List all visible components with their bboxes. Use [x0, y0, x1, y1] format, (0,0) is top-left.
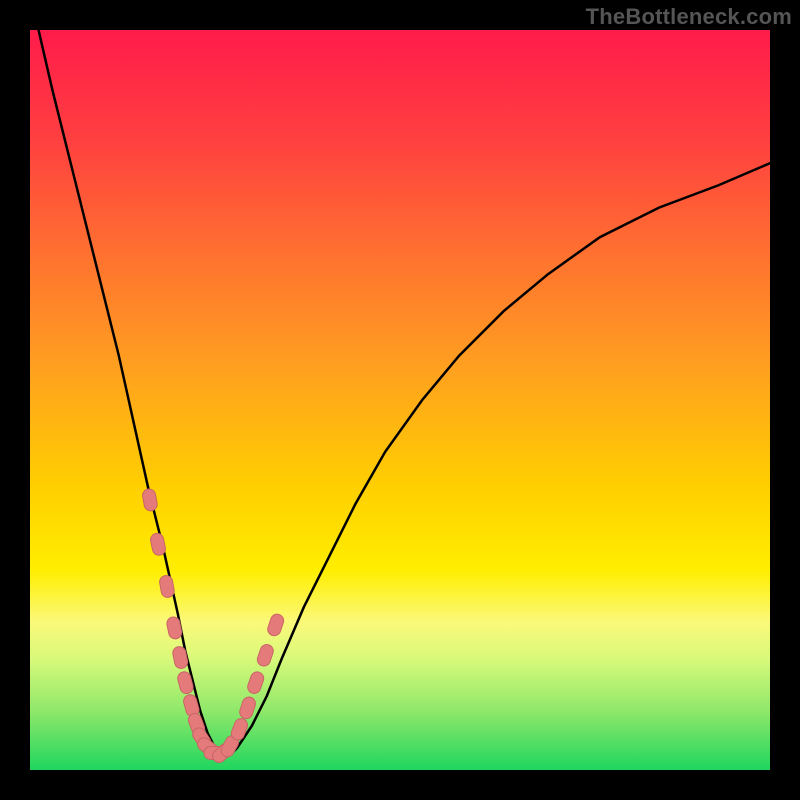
bead-marker — [149, 532, 166, 556]
watermark-text: TheBottleneck.com — [586, 4, 792, 30]
bead-marker — [166, 616, 183, 640]
bottleneck-curve — [30, 30, 770, 755]
bead-marker-group — [142, 488, 286, 765]
bead-marker — [238, 695, 257, 720]
bead-marker — [142, 488, 159, 512]
bead-marker — [266, 612, 285, 637]
bead-marker — [172, 645, 189, 669]
bead-marker — [246, 670, 266, 695]
curve-layer — [30, 30, 770, 770]
plot-area — [30, 30, 770, 770]
bead-marker — [159, 575, 176, 599]
chart-frame: TheBottleneck.com — [0, 0, 800, 800]
bead-marker — [256, 643, 275, 668]
